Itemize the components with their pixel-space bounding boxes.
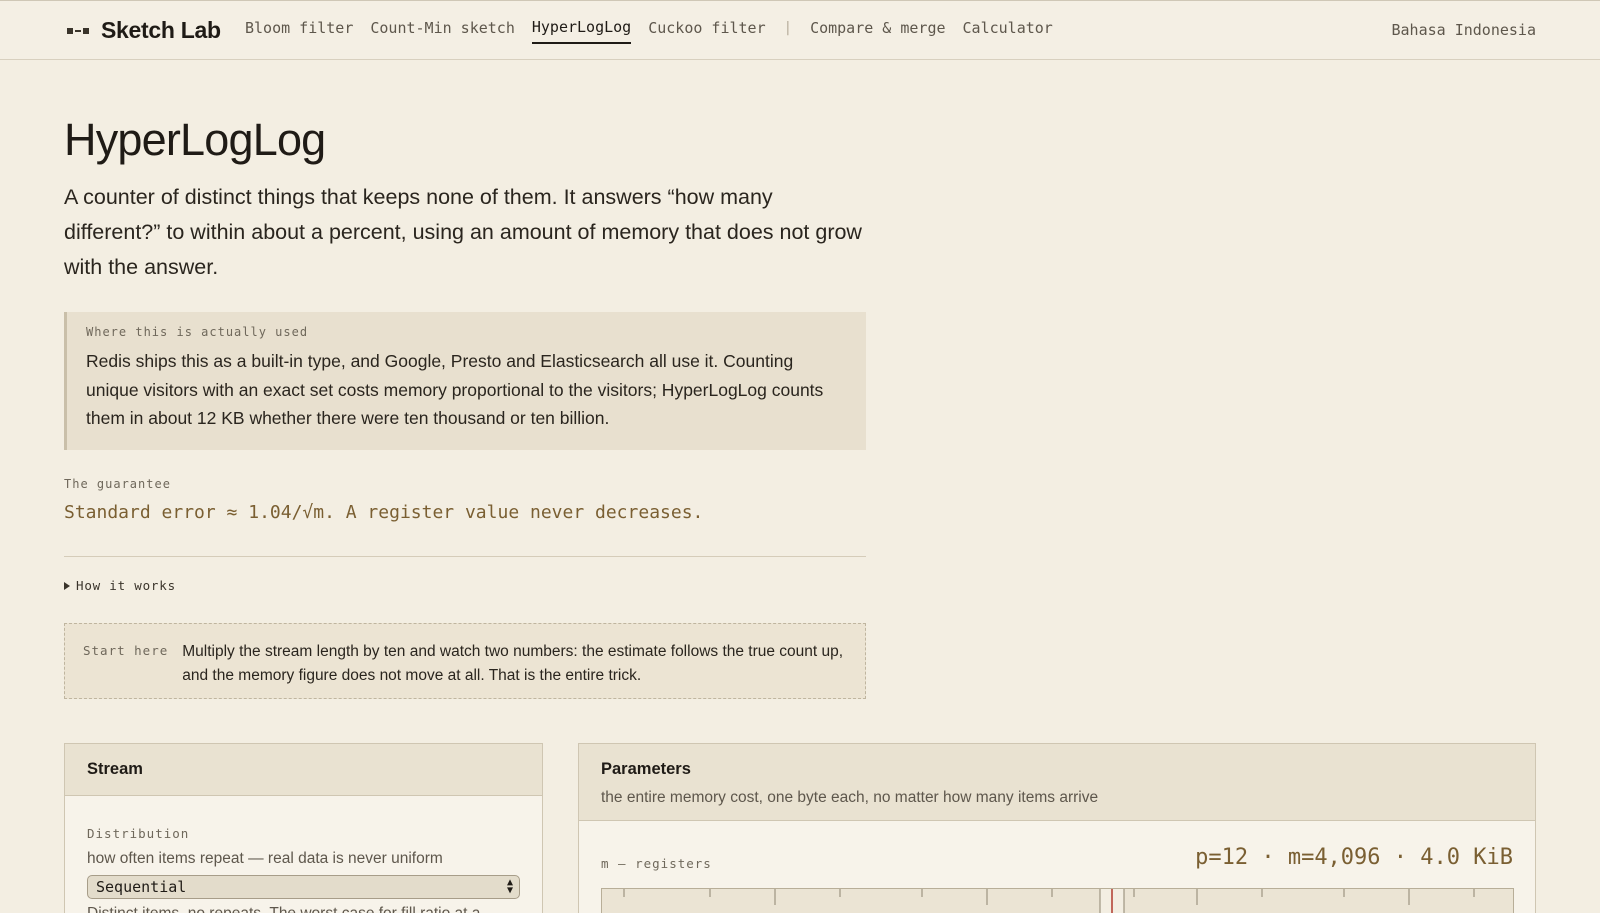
brand[interactable]: Sketch Lab bbox=[67, 17, 221, 44]
brand-name: Sketch Lab bbox=[101, 17, 221, 43]
distribution-select-value: Sequential bbox=[96, 878, 187, 896]
nav-item-bloom-filter[interactable]: Bloom filter bbox=[245, 19, 353, 43]
parameters-panel-subtitle: the entire memory cost, one byte each, n… bbox=[601, 789, 1099, 806]
registers-readout: p=12 · m=4,096 · 4.0 KiB bbox=[1195, 845, 1513, 870]
section-divider bbox=[64, 556, 866, 557]
nav-item-calculator[interactable]: Calculator bbox=[963, 19, 1053, 43]
nav-item-count-min-sketch[interactable]: Count-Min sketch bbox=[370, 19, 515, 43]
callout-label: Where this is actually used bbox=[86, 325, 309, 339]
start-here-box: Start here Multiply the stream length by… bbox=[64, 623, 866, 699]
registers-slider-scale bbox=[623, 886, 1475, 913]
page-title: HyperLogLog bbox=[64, 114, 326, 165]
registers-slider[interactable] bbox=[601, 886, 1514, 913]
usage-callout: Where this is actually used Redis ships … bbox=[64, 312, 866, 450]
guarantee-text: Standard error ≈ 1.04/√m. A register val… bbox=[64, 502, 704, 523]
parameters-panel-header: Parameters the entire memory cost, one b… bbox=[579, 744, 1535, 821]
stream-panel-header: Stream bbox=[65, 744, 542, 796]
distribution-label: Distribution bbox=[87, 826, 190, 841]
stream-panel: Stream Distribution how often items repe… bbox=[64, 743, 543, 913]
nav-item-cuckoo-filter[interactable]: Cuckoo filter bbox=[648, 19, 765, 43]
distribution-select[interactable]: Sequential ▲ ▼ bbox=[87, 875, 520, 899]
parameters-panel: Parameters the entire memory cost, one b… bbox=[578, 743, 1536, 913]
parameters-panel-title: Parameters bbox=[601, 760, 691, 778]
distribution-help: how often items repeat — real data is ne… bbox=[87, 850, 443, 867]
registers-label: m — registers bbox=[601, 856, 712, 871]
distribution-description: Distinct items, no repeats. The worst ca… bbox=[87, 905, 480, 913]
disclosure-triangle-icon bbox=[64, 581, 70, 590]
sketch-lab-logo-icon bbox=[67, 27, 89, 34]
callout-body: Redis ships this as a built-in type, and… bbox=[86, 351, 824, 428]
how-it-works-toggle[interactable]: How it works bbox=[64, 578, 176, 593]
select-updown-icon: ▲ ▼ bbox=[506, 877, 513, 896]
nav-item-hyperloglog[interactable]: HyperLogLog bbox=[531, 18, 632, 44]
language-switcher[interactable]: Bahasa Indonesia bbox=[1392, 21, 1537, 39]
top-bar: Sketch Lab Bloom filter Count-Min sketch… bbox=[0, 0, 1600, 60]
start-here-label: Start here bbox=[83, 643, 169, 658]
how-it-works-label: How it works bbox=[76, 578, 176, 593]
nav-item-compare-merge[interactable]: Compare & merge bbox=[810, 19, 945, 43]
main-nav: Bloom filter Count-Min sketch HyperLogLo… bbox=[245, 18, 1070, 44]
stream-panel-title: Stream bbox=[87, 760, 143, 778]
nav-separator: | bbox=[783, 20, 793, 36]
start-here-body: Multiply the stream length by ten and wa… bbox=[182, 643, 844, 684]
page-lede: A counter of distinct things that keeps … bbox=[64, 185, 862, 279]
guarantee-label: The guarantee bbox=[64, 477, 171, 491]
